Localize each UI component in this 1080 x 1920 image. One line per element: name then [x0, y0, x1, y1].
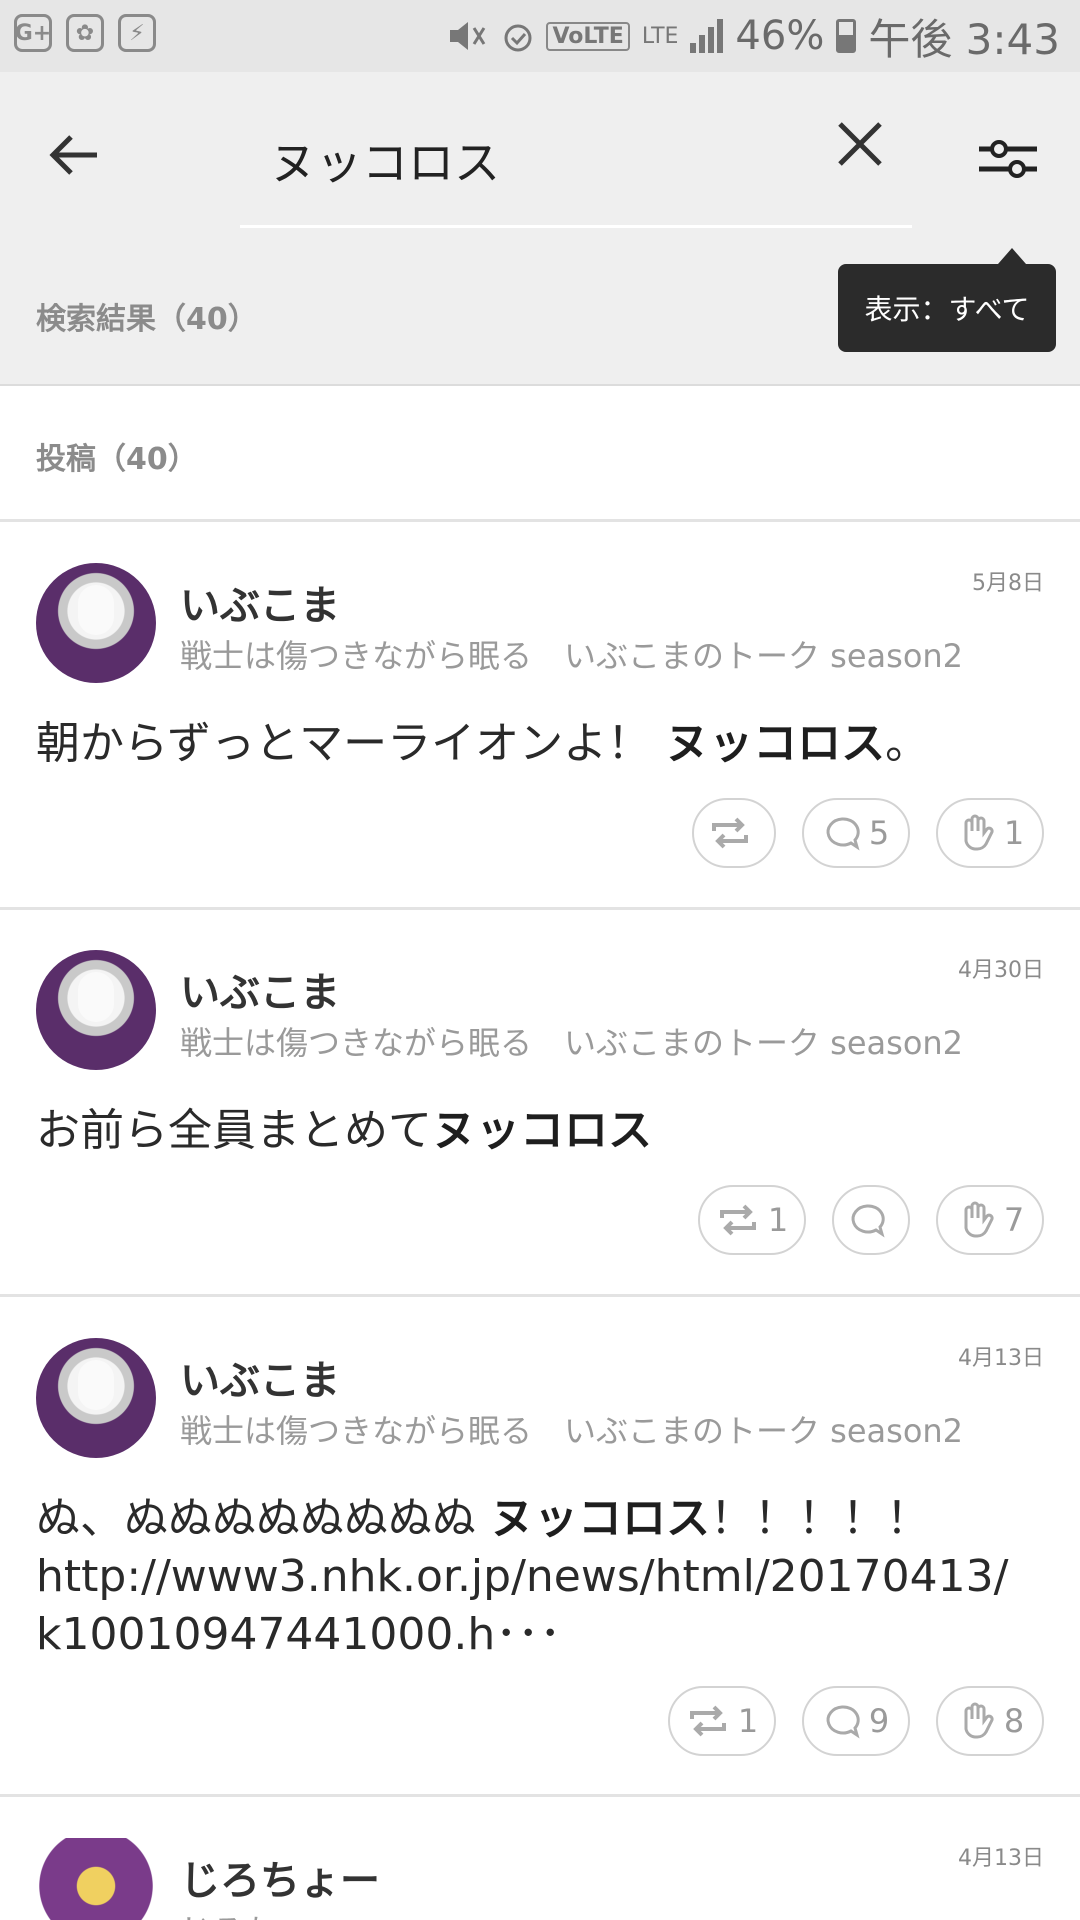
hand-icon [964, 1702, 994, 1739]
filter-button[interactable] [972, 128, 1044, 188]
post-meta: 戦士は傷つきながら眠る いぶこまのトーク season2 [180, 637, 964, 675]
posts-section-header: 投稿（40） [0, 386, 1080, 522]
post-link[interactable]: http://www3.nhk.or.jp/news/html/20170413… [36, 1548, 1046, 1606]
post-meta: 戦士は傷つきながら眠る いぶこまのトーク season2 [180, 1412, 964, 1450]
post-text-line: ぬ、ぬぬぬぬぬぬぬぬ ヌッコロス！！！！！ [36, 1490, 1046, 1548]
alarm-icon [504, 24, 532, 52]
repost-icon [712, 817, 748, 849]
post-link-continued[interactable]: k10010947441000.h･･･ [36, 1606, 1046, 1664]
volte-badge: VoLTE [546, 21, 630, 51]
comment-count: 5 [868, 814, 890, 852]
lte-label: LTE [641, 23, 679, 49]
display-filter-tooltip[interactable]: 表示：すべて [838, 248, 1056, 352]
like-button[interactable]: 8 [936, 1686, 1044, 1756]
list-item[interactable]: いぶこま 戦士は傷つきながら眠る いぶこまのトーク season2 5月8日 朝… [0, 525, 1080, 910]
post-text-suffix: 。 [885, 718, 930, 769]
list-item[interactable]: いぶこま 戦士は傷つきながら眠る いぶこまのトーク season2 4月13日 … [0, 1300, 1080, 1797]
search-highlight: ヌッコロス [490, 1493, 710, 1544]
post-text-prefix: ぬ、ぬぬぬぬぬぬぬぬ [36, 1493, 490, 1544]
post-meta: じろちょー [180, 1906, 340, 1920]
results-count: 検索結果（40） [36, 302, 258, 337]
list-item[interactable]: いぶこま 戦士は傷つきながら眠る いぶこまのトーク season2 4月30日 … [0, 912, 1080, 1297]
back-arrow-icon [49, 135, 97, 175]
section-title: 投稿（40） [36, 442, 198, 477]
like-button[interactable]: 7 [936, 1185, 1044, 1255]
clock: 午後 3:43 [868, 14, 1060, 64]
list-item[interactable]: じろちょー じろちょー 4月13日 [0, 1800, 1080, 1920]
repost-icon [689, 1705, 726, 1737]
like-button[interactable]: 1 [936, 798, 1044, 868]
post-date: 4月30日 [958, 958, 1044, 983]
search-box [240, 110, 912, 228]
rotate-icon: ⚡ [118, 14, 156, 52]
like-count: 8 [1003, 1702, 1025, 1740]
repost-count: 1 [767, 1201, 789, 1239]
post-text: お前ら全員まとめてヌッコロス [36, 1102, 1046, 1160]
avatar[interactable] [36, 1838, 156, 1920]
post-actions: 1 7 [698, 1185, 1044, 1255]
battery-percent: 46% [735, 13, 825, 59]
comment-button[interactable] [832, 1185, 910, 1255]
search-highlight: ヌッコロス [665, 718, 886, 769]
post-text-suffix: ！！！！！ [710, 1493, 930, 1544]
post-meta: 戦士は傷つきながら眠る いぶこまのトーク season2 [180, 1024, 964, 1062]
comment-count: 9 [868, 1702, 890, 1740]
status-bar: G+ ✿ ⚡ VoLTE LTE 46% 午後 3:43 [0, 0, 1080, 72]
hand-icon [964, 1201, 994, 1238]
system-status: VoLTE LTE 46% 午後 3:43 [446, 8, 1060, 64]
avatar[interactable] [36, 1338, 156, 1458]
mute-icon [450, 22, 486, 50]
post-text: ぬ、ぬぬぬぬぬぬぬぬ ヌッコロス！！！！！ http://www3.nhk.or… [36, 1490, 1046, 1664]
user-name[interactable]: いぶこま [180, 960, 340, 1018]
post-actions: 5 1 [692, 798, 1044, 868]
search-input[interactable] [270, 120, 790, 200]
repost-count: 1 [737, 1702, 759, 1740]
user-name[interactable]: いぶこま [180, 1348, 340, 1406]
post-text: 朝からずっとマーライオンよ！ ヌッコロス。 [36, 715, 1046, 773]
post-actions: 1 9 8 [668, 1686, 1044, 1756]
signal-icon [690, 19, 724, 53]
repost-button[interactable]: 1 [668, 1686, 776, 1756]
post-text-prefix: 朝からずっとマーライオンよ！ [36, 718, 666, 769]
user-name[interactable]: いぶこま [180, 573, 340, 631]
repost-button[interactable]: 1 [698, 1185, 806, 1255]
repost-icon [719, 1204, 756, 1236]
post-date: 4月13日 [958, 1846, 1044, 1871]
post-date: 5月8日 [972, 571, 1044, 596]
search-header: 検索結果（40） 表示：すべて [0, 72, 1080, 386]
like-count: 1 [1003, 814, 1025, 852]
hand-icon [964, 814, 994, 851]
google-plus-icon: G+ [14, 14, 52, 52]
sliders-icon [979, 140, 1037, 178]
post-date: 4月13日 [958, 1346, 1044, 1371]
battery-icon [836, 19, 857, 53]
close-icon [838, 122, 882, 166]
avatar[interactable] [36, 563, 156, 683]
back-button[interactable] [40, 122, 106, 188]
comment-icon [826, 817, 860, 851]
comment-button[interactable]: 9 [802, 1686, 910, 1756]
post-text-prefix: お前ら全員まとめて [36, 1105, 432, 1156]
comment-button[interactable]: 5 [802, 798, 910, 868]
clear-search-button[interactable] [832, 116, 888, 172]
like-count: 7 [1003, 1201, 1025, 1239]
app-icon: ✿ [66, 14, 104, 52]
avatar[interactable] [36, 950, 156, 1070]
notification-icons: G+ ✿ ⚡ [14, 14, 156, 52]
user-name[interactable]: じろちょー [180, 1848, 380, 1906]
repost-button[interactable] [692, 798, 776, 868]
search-highlight: ヌッコロス [432, 1105, 652, 1156]
comment-icon [826, 1705, 860, 1739]
comment-icon [851, 1204, 885, 1238]
